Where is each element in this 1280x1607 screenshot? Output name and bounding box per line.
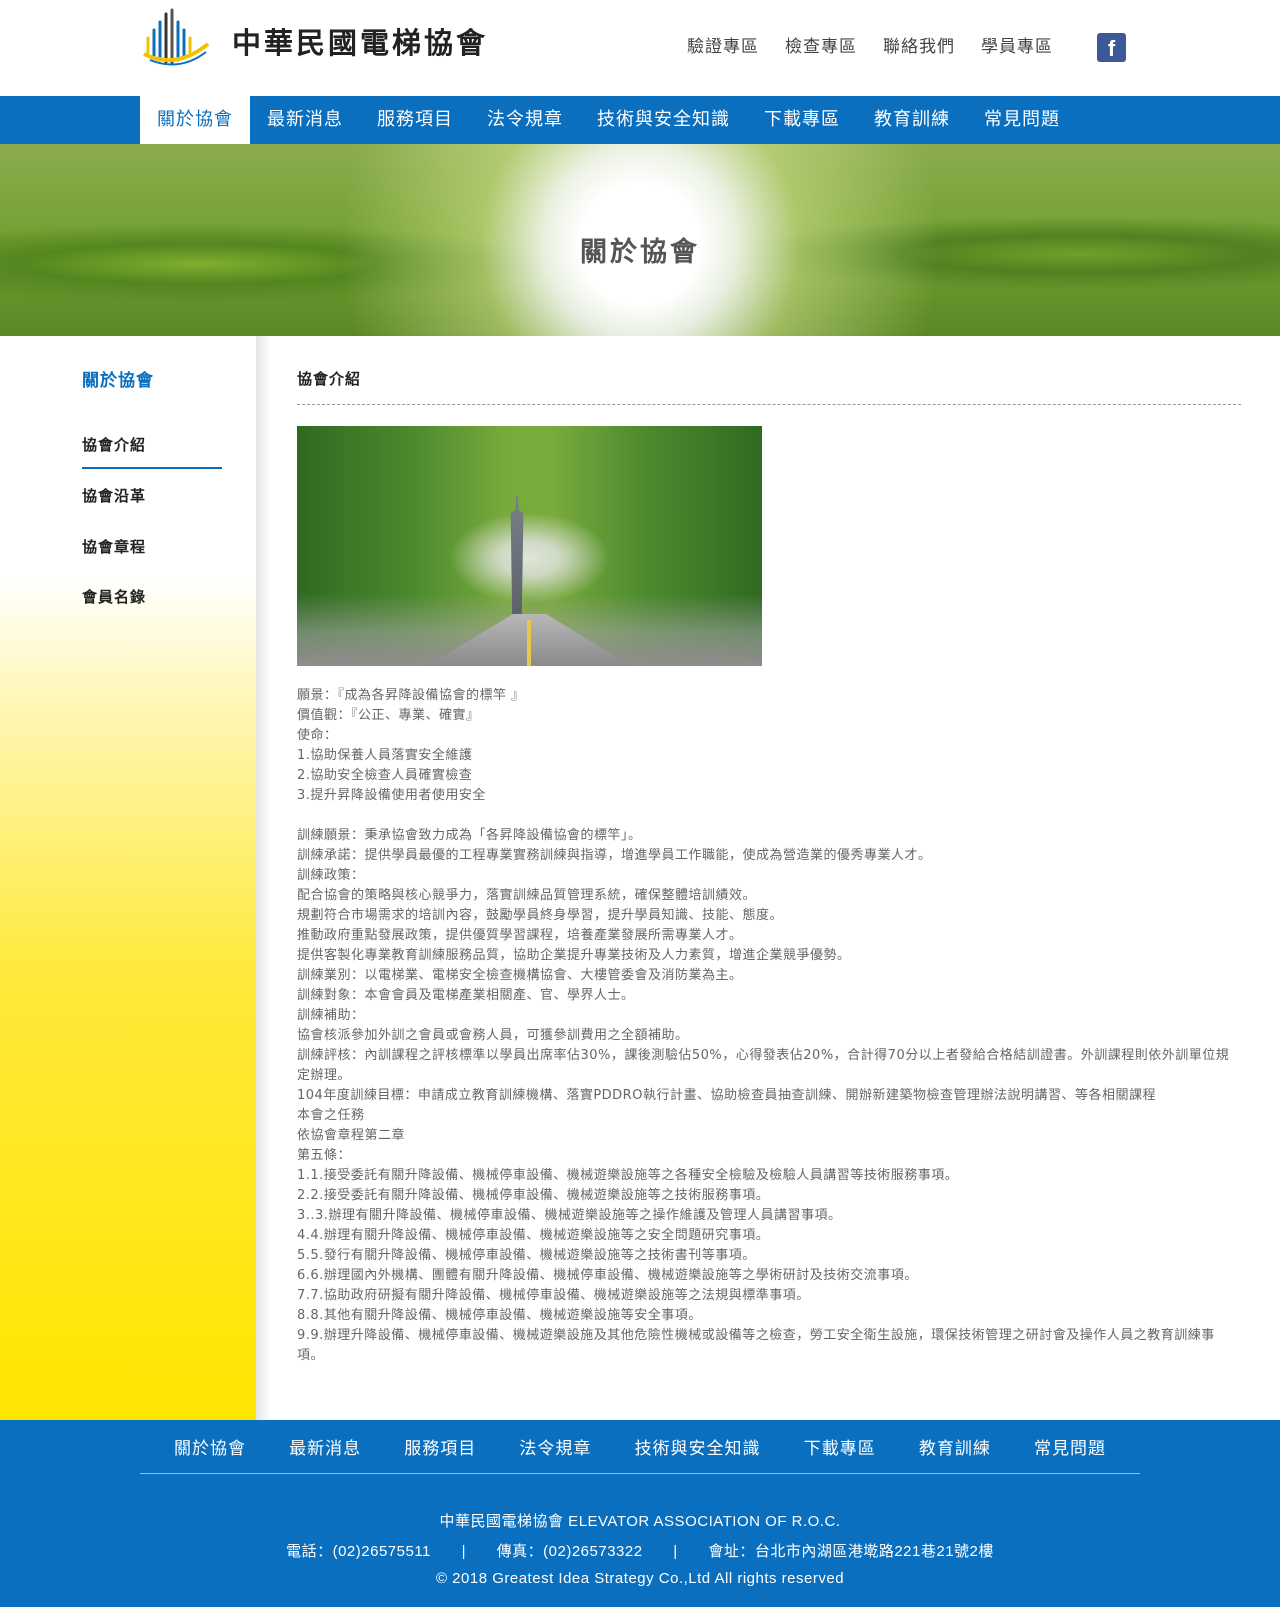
intro-text-line: 配合協會的策略與核心競爭力，落實訓練品質管理系統，確保整體培訓績效。 xyxy=(297,888,757,903)
intro-text-line: 訓練對象：本會會員及電梯產業相關產、官、學界人士。 xyxy=(297,988,635,1003)
intro-text-line: 9.9.辦理升降設備、機械停車設備、機械遊樂設施及其他危險性機械或設備等之檢查，… xyxy=(297,1328,1215,1363)
footer-fax: 傳真：(02)26573322 xyxy=(496,1543,643,1560)
intro-text-line: 提供客製化專業教育訓練服務品質，協助企業提升專業技術及人力素質，增進企業競爭優勢… xyxy=(297,948,851,963)
main-navbar: 關於協會 最新消息 服務項目 法令規章 技術與安全知識 下載專區 教育訓練 常見… xyxy=(0,96,1280,144)
intro-text-line: 規劃符合市場需求的培訓內容，鼓勵學員終身學習，提升學員知識、技能、態度。 xyxy=(297,908,784,923)
sidebar-item-charter[interactable]: 協會章程 xyxy=(82,536,146,557)
sidebar-shadow xyxy=(256,336,270,1420)
footer-divider xyxy=(140,1473,1140,1474)
footer-nav-training[interactable]: 教育訓練 xyxy=(919,1434,991,1459)
road-centerline-shape xyxy=(527,620,531,666)
nav-item-news[interactable]: 最新消息 xyxy=(250,96,360,144)
nav-item-technical-safety[interactable]: 技術與安全知識 xyxy=(580,96,747,144)
intro-text-line: 訓練業別：以電梯業、電梯安全檢查機構協會、大樓管委會及消防業為主。 xyxy=(297,968,743,983)
intro-text-line: 5.5.發行有關升降設備、機械停車設備、機械遊樂設施等之技術書刊等事項。 xyxy=(297,1248,756,1263)
sidebar-item-introduction[interactable]: 協會介紹 xyxy=(82,434,146,455)
footer-separator: | xyxy=(673,1543,678,1560)
sidebar-item-history[interactable]: 協會沿革 xyxy=(82,485,146,506)
site-logo[interactable]: 中華民國電梯協會 xyxy=(140,8,488,74)
intro-text-line: 第五條： xyxy=(297,1148,352,1163)
nav-item-services[interactable]: 服務項目 xyxy=(360,96,470,144)
facebook-icon[interactable]: f xyxy=(1097,33,1126,62)
intro-text-line: 依協會章程第二章 xyxy=(297,1128,406,1143)
intro-text-line: 願景：『成為各昇降設備協會的標竿 』 xyxy=(297,688,525,703)
intro-text-line: 本會之任務 xyxy=(297,1108,365,1123)
elevator-association-logo-icon xyxy=(143,8,210,66)
nav-item-about[interactable]: 關於協會 xyxy=(140,96,250,144)
intro-text-line: 訓練願景：秉承協會致力成為「各昇降設備協會的標竿」。 xyxy=(297,828,642,843)
nav-item-downloads[interactable]: 下載專區 xyxy=(747,96,857,144)
footer-nav-downloads[interactable]: 下載專區 xyxy=(804,1434,876,1459)
taipei101-tower-shape xyxy=(510,496,524,616)
intro-text-line: 訓練承諾：提供學員最優的工程專業實務訓練與指導，增進學員工作職能，使成為營造業的… xyxy=(297,848,932,863)
footer-contact-line: 電話：(02)26575511 | 傳真：(02)26573322 | 會址：台… xyxy=(0,1540,1280,1561)
footer-copyright: © 2018 Greatest Idea Strategy Co.,Ltd Al… xyxy=(435,1570,845,1587)
sidebar-item-member-list[interactable]: 會員名錄 xyxy=(82,586,146,607)
top-link-contact[interactable]: 聯絡我們 xyxy=(883,32,955,57)
intro-text-line: 2.2.接受委託有關升降設備、機械停車設備、機械遊樂設施等之技術服務事項。 xyxy=(297,1188,770,1203)
main-nav: 關於協會 最新消息 服務項目 法令規章 技術與安全知識 下載專區 教育訓練 常見… xyxy=(140,96,1077,144)
footer-nav-faq[interactable]: 常見問題 xyxy=(1034,1434,1106,1459)
intro-text-line xyxy=(297,806,1241,826)
footer-separator: | xyxy=(461,1543,466,1560)
intro-text-line: 3..3.辦理有關升降設備、機械停車設備、機械遊樂設施等之操作維護及管理人員講習… xyxy=(297,1208,842,1223)
top-link-students[interactable]: 學員專區 xyxy=(981,32,1053,57)
intro-text-line: 訓練評核：內訓課程之評核標準以學員出席率佔30%，課後測驗佔50%，心得發表佔2… xyxy=(297,1048,1230,1083)
nav-item-training[interactable]: 教育訓練 xyxy=(857,96,967,144)
footer-phone: 電話：(02)26575511 xyxy=(286,1543,431,1560)
site-header: 中華民國電梯協會 驗證專區 檢查專區 聯絡我們 學員專區 f xyxy=(0,0,1280,96)
footer-nav: 關於協會 最新消息 服務項目 法令規章 技術與安全知識 下載專區 教育訓練 常見… xyxy=(140,1434,1140,1459)
footer-address: 會址：台北市內湖區港墘路221巷21號2樓 xyxy=(708,1543,994,1560)
page-banner-image: 關於協會 xyxy=(0,144,1280,336)
intro-text-line: 推動政府重點發展政策，提供優質學習課程，培養產業發展所需專業人才。 xyxy=(297,928,743,943)
intro-text-line: 4.4.辦理有關升降設備、機械停車設備、機械遊樂設施等之安全問題研究事項。 xyxy=(297,1228,770,1243)
intro-text-line: 6.6.辦理國內外機構、團體有關升降設備、機械停車設備、機械遊樂設施等之學術研討… xyxy=(297,1268,918,1283)
footer-nav-technical-safety[interactable]: 技術與安全知識 xyxy=(635,1434,761,1459)
intro-text-line: 8.8.其他有關升降設備、機械停車設備、機械遊樂設施等安全事項。 xyxy=(297,1308,702,1323)
intro-text: 願景：『成為各昇降設備協會的標竿 』價值觀：『公正、專業、確實』 使命： 1.協助保… xyxy=(297,686,1241,1366)
banner-title: 關於協會 xyxy=(580,237,700,268)
intro-text-line: 訓練政策： xyxy=(297,868,365,883)
intro-text-line: 1.協助保養人員落實安全維護 xyxy=(297,748,473,763)
intro-text-line: 2.協助安全檢查人員確實檢查 xyxy=(297,768,473,783)
taipei101-avenue-photo xyxy=(297,426,762,666)
title-divider xyxy=(297,404,1241,405)
top-link-certification[interactable]: 驗證專區 xyxy=(687,32,759,57)
footer-nav-regulations[interactable]: 法令規章 xyxy=(519,1434,591,1459)
top-link-inspection[interactable]: 檢查專區 xyxy=(785,32,857,57)
footer-org-name: 中華民國電梯協會 ELEVATOR ASSOCIATION OF R.O.C. xyxy=(439,1513,841,1530)
top-links: 驗證專區 檢查專區 聯絡我們 學員專區 xyxy=(661,32,1053,57)
intro-text-line: 使命： xyxy=(297,728,338,743)
nav-item-faq[interactable]: 常見問題 xyxy=(967,96,1077,144)
intro-text-line: 1.1.接受委託有關升降設備、機械停車設備、機械遊樂設施等之各種安全檢驗及檢驗人… xyxy=(297,1168,959,1183)
footer-nav-news[interactable]: 最新消息 xyxy=(289,1434,361,1459)
intro-text-line: 協會核派參加外訓之會員或會務人員，可獲參訓費用之全額補助。 xyxy=(297,1028,689,1043)
intro-text-line: 104年度訓練目標：申請成立教育訓練機構、落實PDDRO執行計畫、協助檢查員抽查… xyxy=(297,1088,1156,1103)
site-name: 中華民國電梯協會 xyxy=(232,26,489,60)
footer-nav-about[interactable]: 關於協會 xyxy=(174,1434,246,1459)
sidebar-active-indicator xyxy=(82,467,222,469)
footer-nav-services[interactable]: 服務項目 xyxy=(404,1434,476,1459)
intro-text-line: 3.提升昇降設備使用者使用安全 xyxy=(297,788,486,803)
nav-item-regulations[interactable]: 法令規章 xyxy=(470,96,580,144)
intro-text-line: 價值觀：『公正、專業、確實』 xyxy=(297,708,480,723)
intro-text-line: 7.7.協助政府研擬有關升降設備、機械停車設備、機械遊樂設施等之法規與標準事項。 xyxy=(297,1288,810,1303)
sidebar-title: 關於協會 xyxy=(82,371,154,391)
site-footer: 關於協會 最新消息 服務項目 法令規章 技術與安全知識 下載專區 教育訓練 常見… xyxy=(0,1420,1280,1607)
page-title: 協會介紹 xyxy=(297,370,362,388)
intro-text-line: 訓練補助： xyxy=(297,1008,365,1023)
sidebar: 關於協會 協會介紹 協會沿革 協會章程 會員名錄 xyxy=(0,336,256,1420)
